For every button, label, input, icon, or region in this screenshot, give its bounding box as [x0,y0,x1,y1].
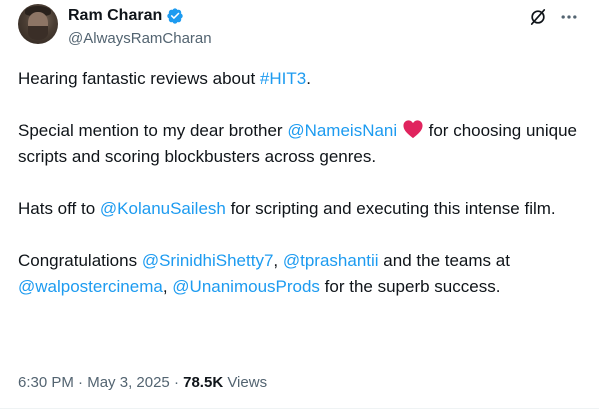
text-segment: , [273,251,283,270]
verified-badge-icon [167,8,183,24]
mention-link[interactable]: @SrinidhiShetty7 [142,251,274,270]
author-display-name[interactable]: Ram Charan [68,6,184,26]
mention-link[interactable]: @KolanuSailesh [100,199,226,218]
meta-separator: · [169,374,184,391]
avatar-beard [28,26,48,40]
mention-link[interactable]: @walpostercinema [18,277,163,296]
tweet-paragraph-4: Congratulations @SrinidhiShetty7, @tpras… [18,248,583,300]
red-heart-icon [403,120,423,139]
hashtag-link[interactable]: #HIT3 [260,69,306,88]
author-name-text[interactable]: Ram Charan [68,6,162,26]
meta-separator: · [73,374,88,391]
author-handle[interactable]: @AlwaysRamCharan [68,29,212,49]
mention-link[interactable]: @NameisNani [287,121,397,140]
mention-link[interactable]: @tprashantii [283,251,379,270]
more-icon[interactable] [559,7,579,27]
text-segment: Hats off to [18,199,100,218]
text-segment: Hearing fantastic reviews about [18,69,260,88]
avatar[interactable] [18,4,58,44]
divider [0,408,599,409]
mention-link[interactable]: @UnanimousProds [172,277,320,296]
views-label: Views [223,374,268,391]
text-segment: . [306,69,311,88]
text-segment: Special mention to my dear brother [18,121,288,140]
text-segment: , [162,277,173,296]
post-date[interactable]: May 3, 2025 [87,374,170,391]
tweet-paragraph-3: Hats off to @KolanuSailesh for scripting… [18,196,583,222]
text-segment: for scripting and executing this intense… [225,199,556,218]
tweet-meta: 6:30 PM · May 3, 2025 · 78.5K Views [18,373,267,393]
grok-icon[interactable] [528,7,548,27]
tweet: Ram Charan @AlwaysRamCharan Hearing fant… [0,0,599,410]
views-count[interactable]: 78.5K [183,374,223,391]
tweet-text: Hearing fantastic reviews about #HIT3. S… [18,66,583,300]
text-segment: and the teams at [378,251,510,270]
text-segment: Congratulations [18,251,142,270]
text-segment: for the superb success. [319,277,501,296]
tweet-paragraph-1: Hearing fantastic reviews about #HIT3. [18,66,583,92]
post-time[interactable]: 6:30 PM [18,374,74,391]
tweet-paragraph-2: Special mention to my dear brother @Name… [18,118,583,170]
